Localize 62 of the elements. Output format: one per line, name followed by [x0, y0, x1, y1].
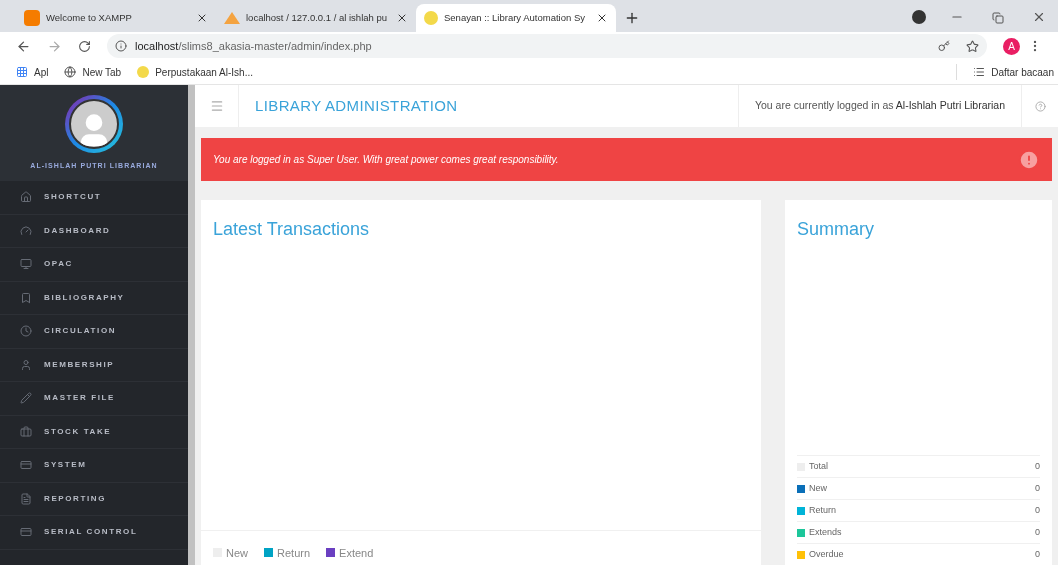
close-icon[interactable]: [596, 12, 608, 24]
app-favicon-icon: [24, 10, 40, 26]
media-icon[interactable]: [912, 10, 926, 24]
home-icon: [20, 191, 32, 204]
summary-value: 0: [1035, 459, 1040, 473]
browser-tab[interactable]: Senayan :: Library Automation Sy: [416, 4, 616, 32]
legend-label: Extend: [339, 545, 374, 561]
globe-icon: [64, 66, 77, 78]
restore-icon[interactable]: [992, 12, 1004, 24]
summary-value: 0: [1035, 481, 1040, 495]
reload-icon[interactable]: [78, 39, 91, 53]
bookmark-icon: [20, 291, 32, 304]
alert-message: You are logged in as Super User. With great power comes great responsibility.: [213, 153, 560, 167]
scrollbar[interactable]: [188, 85, 195, 565]
card-icon: [20, 459, 32, 472]
close-icon[interactable]: [396, 12, 408, 24]
sail-favicon-icon: [224, 12, 240, 24]
bookmark-item[interactable]: Apl: [16, 64, 49, 80]
info-icon[interactable]: [115, 40, 127, 52]
bookmark-item[interactable]: New Tab: [64, 64, 122, 80]
summary-label: Return: [809, 503, 837, 517]
url-text: localhost/slims8_akasia-master/admin/index.php: [135, 38, 372, 54]
summary-value: 0: [1035, 525, 1040, 539]
tab-title: Welcome to XAMPP: [46, 10, 133, 25]
tab-title: Senayan :: Library Automation Sy: [444, 10, 586, 25]
smiley-favicon-icon: [137, 66, 150, 78]
back-icon[interactable]: [16, 38, 31, 54]
star-icon[interactable]: [966, 39, 979, 53]
clock-icon: [20, 325, 32, 338]
pencil-icon: [20, 392, 32, 405]
monitor-icon: [20, 258, 32, 271]
gauge-icon: [20, 224, 32, 237]
user-icon: [20, 358, 32, 371]
card-icon: [20, 526, 32, 539]
tab-title: localhost / 127.0.0.1 / al ishlah pu: [246, 10, 388, 25]
login-status: You are currently logged in as Al-Ishlah Putri Librarian: [755, 98, 1005, 114]
reading-list-button[interactable]: Daftar bacaan: [973, 64, 1054, 80]
summary-label: New: [809, 481, 828, 495]
new-tab-icon[interactable]: [624, 10, 640, 26]
address-field[interactable]: localhost/slims8_akasia-master/admin/index.php: [107, 34, 987, 58]
card-title: Summary: [797, 218, 875, 241]
summary-value: 0: [1035, 503, 1040, 517]
apps-icon: [16, 66, 28, 78]
briefcase-icon: [20, 425, 32, 438]
legend-label: New: [226, 545, 248, 561]
page-title: LIBRARY ADMINISTRATION: [254, 95, 458, 116]
profile-avatar[interactable]: A: [1003, 37, 1020, 55]
alert-icon: [1018, 148, 1040, 171]
summary-label: Total: [809, 459, 829, 473]
key-icon[interactable]: [938, 40, 950, 52]
avatar-icon: [65, 94, 123, 153]
summary-value: 0: [1035, 547, 1040, 561]
bookmark-item[interactable]: Perpustakaan Al-Ish...: [137, 64, 254, 80]
close-icon[interactable]: [1032, 10, 1046, 24]
file-icon: [20, 492, 32, 505]
close-icon[interactable]: [196, 12, 208, 24]
legend-label: Return: [277, 545, 311, 561]
card-title: Latest Transactions: [212, 218, 371, 241]
smiley-favicon-icon: [424, 11, 438, 25]
list-icon: [973, 66, 986, 78]
summary-label: Overdue: [809, 547, 845, 561]
summary-label: Extends: [809, 525, 843, 539]
